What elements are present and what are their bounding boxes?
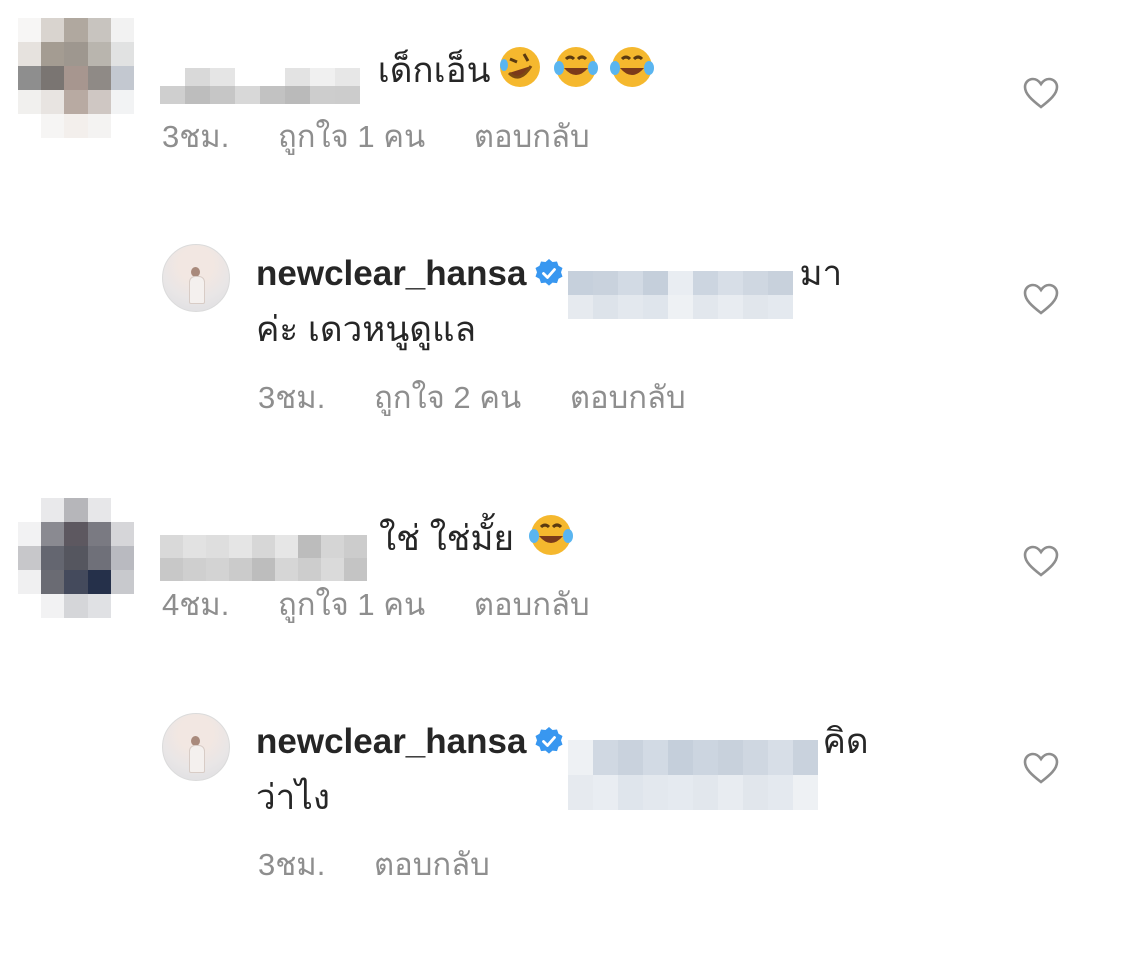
comment-likes-link[interactable]: ถูกใจ 2 คน bbox=[374, 380, 521, 415]
comment-time: 3ชม. bbox=[162, 119, 230, 154]
blurred-username[interactable] bbox=[160, 535, 367, 581]
avatar-blurred[interactable] bbox=[18, 498, 134, 618]
blurred-username[interactable] bbox=[160, 68, 360, 104]
heart-outline-icon[interactable] bbox=[1022, 751, 1060, 785]
comment-likes-link[interactable]: ถูกใจ 1 คน bbox=[278, 119, 425, 154]
verified-badge-icon bbox=[535, 727, 563, 754]
avatar-newclear_hansa[interactable] bbox=[162, 244, 230, 312]
avatar-blurred[interactable] bbox=[18, 18, 134, 138]
comment-text: ใช่ ใช่มั้ย bbox=[379, 519, 514, 558]
reply-button[interactable]: ตอบกลับ bbox=[474, 587, 590, 622]
heart-outline-icon[interactable] bbox=[1022, 282, 1060, 316]
comment-text-line: newclear_hansa คิด bbox=[256, 720, 869, 810]
comment-meta: 3ชม. ถูกใจ 1 คน ตอบกลับ bbox=[162, 119, 630, 155]
comment-text-end: มา bbox=[799, 254, 843, 293]
heart-outline-icon[interactable] bbox=[1022, 544, 1060, 578]
blurred-mention[interactable] bbox=[568, 271, 794, 319]
tears-of-joy-emoji-icon bbox=[553, 47, 598, 87]
comment-meta: 3ชม. ตอบกลับ bbox=[258, 847, 530, 883]
comment-text-line-2: ว่าไง bbox=[256, 778, 330, 817]
comment-likes-link[interactable]: ถูกใจ 1 คน bbox=[278, 587, 425, 622]
comment-time: 3ชม. bbox=[258, 380, 326, 415]
tears-of-joy-emoji-icon bbox=[529, 515, 573, 555]
comment-meta: 3ชม. ถูกใจ 2 คน ตอบกลับ bbox=[258, 380, 726, 416]
reply-button[interactable]: ตอบกลับ bbox=[474, 119, 590, 154]
username-link[interactable]: newclear_hansa bbox=[256, 722, 526, 761]
comment-meta: 4ชม. ถูกใจ 1 คน ตอบกลับ bbox=[162, 587, 630, 623]
rolling-on-floor-laughing-emoji-icon bbox=[499, 47, 540, 87]
comment-text-line-2: ค่ะ เดวหนูดูแล bbox=[256, 310, 477, 349]
heart-outline-icon[interactable] bbox=[1022, 76, 1060, 110]
comment-text: เด็กเอ็น bbox=[377, 51, 491, 90]
comment-text-line: ใช่ ใช่มั้ย bbox=[160, 512, 574, 581]
blurred-mention[interactable] bbox=[568, 740, 819, 810]
comment-time: 4ชม. bbox=[162, 587, 230, 622]
comment-time: 3ชม. bbox=[258, 847, 326, 882]
tears-of-joy-emoji-icon bbox=[609, 47, 654, 87]
username-link[interactable]: newclear_hansa bbox=[256, 254, 526, 293]
reply-button[interactable]: ตอบกลับ bbox=[570, 380, 686, 415]
avatar-newclear_hansa[interactable] bbox=[162, 713, 230, 781]
verified-badge-icon bbox=[535, 259, 563, 286]
comment-text-line: เด็กเอ็น bbox=[160, 44, 655, 104]
comment-text-end: คิด bbox=[822, 722, 869, 761]
reply-button[interactable]: ตอบกลับ bbox=[374, 847, 490, 882]
